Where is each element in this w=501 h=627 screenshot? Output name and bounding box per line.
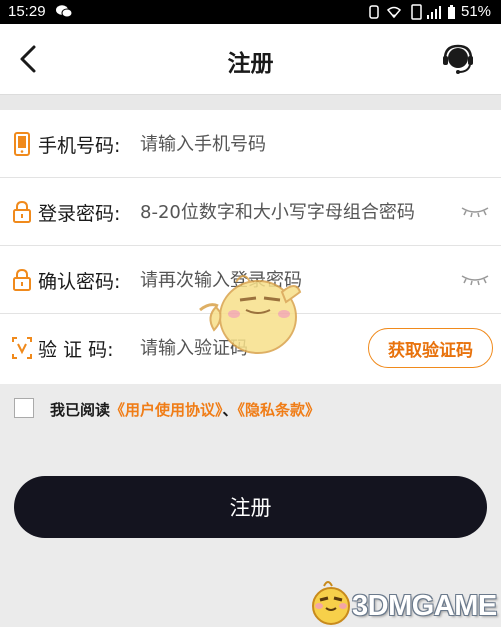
get-code-button[interactable]: 获取验证码 — [368, 328, 493, 368]
phone-label: 手机号码: — [38, 135, 121, 157]
navigation-bar: 注册 — [0, 24, 501, 94]
phone-row: 手机号码: — [0, 110, 501, 178]
section-gap — [0, 94, 501, 110]
agreement-row: 我已阅读《用户使用协议》、《隐私条款》 — [0, 384, 501, 434]
wechat-icon — [56, 5, 72, 18]
signal-icons — [369, 4, 455, 20]
lock-icon — [13, 200, 31, 223]
eye-closed-icon[interactable] — [460, 274, 490, 286]
password-label: 登录密码: — [38, 203, 121, 225]
battery-level: 51% — [461, 3, 492, 20]
phone-icon — [14, 132, 30, 156]
agreement-text: 我已阅读《用户使用协议》、《隐私条款》 — [50, 399, 320, 420]
eye-closed-icon[interactable] — [460, 206, 490, 218]
agree-checkbox[interactable] — [14, 398, 34, 418]
page-title: 注册 — [227, 51, 274, 77]
status-time: 15:29 — [8, 3, 46, 20]
verify-code-icon — [12, 337, 32, 359]
agreement-separator: 、 — [222, 401, 238, 419]
watermark: 3DMGAME — [300, 576, 501, 627]
password-input[interactable] — [140, 196, 450, 228]
confirm-label: 确认密码: — [38, 271, 121, 293]
watermark-logo-text: 3DMGAME — [352, 590, 497, 622]
phone-input[interactable] — [140, 128, 450, 160]
user-agreement-link[interactable]: 《用户使用协议》 — [110, 401, 223, 419]
password-row: 登录密码: — [0, 178, 501, 246]
mascot-watermark — [199, 275, 302, 354]
status-bar: 15:29 51% — [0, 0, 501, 24]
register-button[interactable]: 注册 — [14, 476, 487, 538]
agreement-prefix: 我已阅读 — [50, 401, 111, 419]
lock-icon — [13, 268, 31, 291]
customer-service-icon[interactable] — [440, 44, 476, 76]
code-label: 验 证 码: — [38, 339, 114, 361]
bird-logo-icon — [312, 581, 350, 625]
privacy-policy-link[interactable]: 《隐私条款》 — [238, 401, 321, 419]
